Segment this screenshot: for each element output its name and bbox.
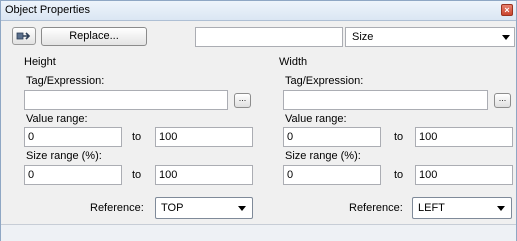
height-size-to-input[interactable]: 100 <box>155 165 253 185</box>
name-input[interactable] <box>195 27 343 47</box>
replace-button[interactable]: Replace... <box>41 27 147 46</box>
width-size-to-input[interactable]: 100 <box>415 165 513 185</box>
type-select-value: Size <box>352 31 374 43</box>
chevron-down-icon <box>238 206 246 211</box>
height-tag-input[interactable] <box>24 90 228 110</box>
window-title: Object Properties <box>5 4 90 16</box>
height-reference-select[interactable]: TOP <box>155 197 253 219</box>
width-value-to-label: to <box>394 131 404 143</box>
width-browse-button[interactable]: ... <box>494 93 511 108</box>
height-value-range-label: Value range: <box>26 113 88 125</box>
width-size-to-label: to <box>394 169 404 181</box>
height-size-from-input[interactable]: 0 <box>24 165 122 185</box>
height-value-from-input[interactable]: 0 <box>24 127 122 147</box>
close-icon[interactable]: × <box>501 4 513 16</box>
height-browse-button[interactable]: ... <box>234 93 251 108</box>
type-select[interactable]: Size <box>345 27 515 47</box>
title-bar[interactable]: Object Properties × <box>1 1 516 21</box>
toolbar: Replace... Size <box>1 21 516 47</box>
height-size-range-label: Size range (%): <box>26 150 102 162</box>
height-value-to-label: to <box>132 131 142 143</box>
link-arrow-icon <box>16 32 31 40</box>
height-panel: Height Tag/Expression: ... Value range: … <box>1 53 256 223</box>
width-reference-label: Reference: <box>349 202 403 214</box>
height-value-to-input[interactable]: 100 <box>155 127 253 147</box>
width-section-title: Width <box>279 56 308 68</box>
chevron-down-icon <box>497 206 505 211</box>
width-value-from-input[interactable]: 0 <box>283 127 381 147</box>
width-size-range-label: Size range (%): <box>285 150 361 162</box>
width-tag-input[interactable] <box>283 90 488 110</box>
height-reference-value: TOP <box>161 202 184 214</box>
connect-button[interactable] <box>12 27 36 45</box>
width-reference-value: LEFT <box>418 202 445 214</box>
width-tag-label: Tag/Expression: <box>285 75 364 87</box>
bottom-bar <box>1 224 516 241</box>
width-value-to-input[interactable]: 100 <box>415 127 513 147</box>
height-tag-label: Tag/Expression: <box>26 75 105 87</box>
width-value-range-label: Value range: <box>285 113 347 125</box>
height-reference-label: Reference: <box>90 202 144 214</box>
object-properties-window: Object Properties × Replace... Size Heig… <box>0 0 517 241</box>
width-size-from-input[interactable]: 0 <box>283 165 381 185</box>
width-reference-select[interactable]: LEFT <box>412 197 512 219</box>
height-section-title: Height <box>24 56 56 68</box>
width-panel: Width Tag/Expression: ... Value range: 0… <box>258 53 513 223</box>
chevron-down-icon <box>502 35 510 40</box>
height-size-to-label: to <box>132 169 142 181</box>
